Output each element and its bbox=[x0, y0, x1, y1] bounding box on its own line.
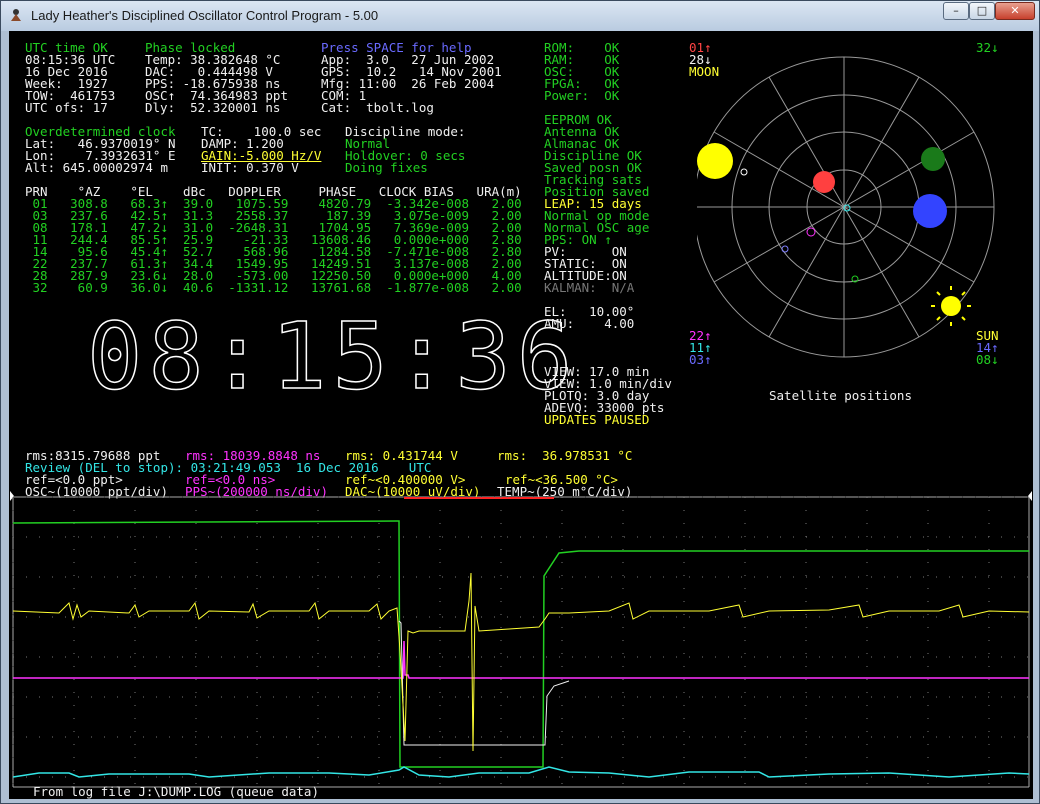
updates-paused: UPDATES PAUSED bbox=[544, 412, 650, 427]
status-col1-5: UTC ofs: 17 bbox=[25, 100, 108, 115]
big-clock: 08:15:36 bbox=[86, 303, 579, 410]
moon-marker bbox=[697, 143, 733, 179]
title-bar[interactable]: Lady Heather's Disciplined Oscillator Co… bbox=[1, 1, 1039, 31]
amu-mask: AMU: 4.00 bbox=[544, 316, 635, 331]
sat-08-marker bbox=[921, 147, 945, 171]
pps-trace bbox=[13, 640, 1029, 679]
lady-heather-screen: UTC time OK 08:15:36 UTC 16 Dec 2016 Wee… bbox=[9, 31, 1033, 799]
status-col2-5: Dly: 52.320001 ns bbox=[145, 100, 281, 115]
sat-01-marker bbox=[813, 171, 835, 193]
sun-icon bbox=[931, 286, 971, 326]
sat-22-marker bbox=[806, 227, 816, 237]
close-icon: ✕ bbox=[1010, 4, 1020, 17]
sat-14-marker bbox=[913, 194, 947, 228]
adev-trace bbox=[12, 766, 1030, 778]
dac-trace bbox=[12, 572, 1030, 752]
maximize-icon: □ bbox=[976, 4, 988, 17]
data-plot bbox=[10, 491, 1032, 788]
sky-label-32: 32↓ bbox=[976, 40, 999, 55]
sky-label-moon: MOON bbox=[689, 64, 720, 79]
health-power: Power: OK bbox=[544, 88, 620, 103]
rms-temp: rms: 36.978531 °C bbox=[497, 448, 633, 463]
plot-grid bbox=[12, 496, 1029, 787]
init-line: INIT: 0.370 V bbox=[201, 160, 299, 175]
close-button[interactable]: ✕ bbox=[995, 2, 1035, 20]
window-title: Lady Heather's Disciplined Oscillator Co… bbox=[31, 8, 379, 23]
sky-map-title: Satellite positions bbox=[769, 388, 912, 403]
maximize-button[interactable]: □ bbox=[969, 2, 995, 20]
app-window: Lady Heather's Disciplined Oscillator Co… bbox=[0, 0, 1040, 804]
sky-label-03: 03↑ bbox=[689, 352, 712, 367]
minimize-icon: – bbox=[953, 4, 959, 17]
footer-logfile: From log file J:\DUMP.LOG (queue data) bbox=[33, 784, 319, 799]
osc-trace bbox=[12, 520, 1029, 768]
kalman-state: KALMAN: N/A bbox=[544, 280, 635, 295]
sky-label-08: 08↓ bbox=[976, 352, 999, 367]
status-col3-4: Cat: tbolt.log bbox=[321, 100, 434, 115]
sat-row: 32 60.9 36.0↓ 40.6 -1331.12 13761.68 -1.… bbox=[25, 280, 522, 295]
sat-03-marker bbox=[781, 245, 789, 253]
app-icon bbox=[11, 9, 21, 21]
sat-28-marker bbox=[740, 168, 748, 176]
satellite-sky-map bbox=[697, 56, 995, 358]
doing-fixes: Doing fixes bbox=[345, 160, 428, 175]
minimize-button[interactable]: – bbox=[943, 2, 969, 20]
alt-line: Alt: 645.00002974 m bbox=[25, 160, 168, 175]
